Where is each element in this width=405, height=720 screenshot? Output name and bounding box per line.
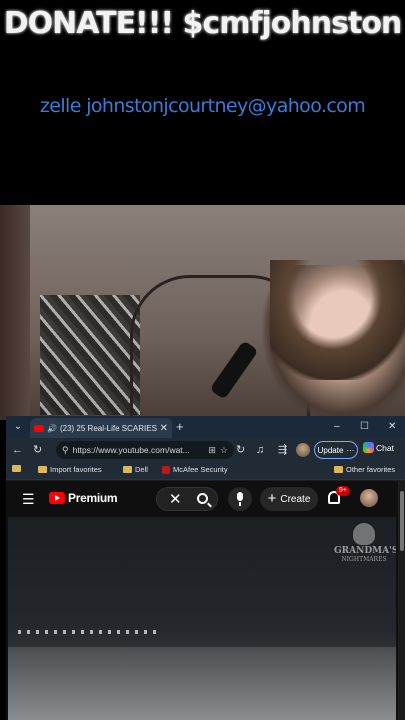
minimize-button[interactable]: – [334, 419, 340, 435]
road [8, 647, 396, 720]
collections-icon[interactable]: ⇶ [278, 443, 287, 457]
channel-watermark: GRANDMA'S NIGHTMARES [334, 523, 396, 575]
tab-youtube[interactable]: 🔊 (23) 25 Real-Life SCARIEST Gh ✕ [30, 418, 172, 438]
favorites-bar-icon[interactable] [12, 465, 21, 472]
copilot-chat-button[interactable]: Chat [363, 442, 394, 453]
folder-icon [334, 466, 343, 473]
update-label: Update [317, 445, 344, 455]
close-window-button[interactable]: ✕ [388, 419, 396, 435]
folder-icon [38, 466, 47, 473]
url-text[interactable]: https://www.youtube.com/wat... [73, 445, 205, 455]
curtain [0, 205, 30, 420]
bookmark-mcafee[interactable]: McAfee Security [162, 465, 228, 474]
bookmark-label: Dell [135, 465, 148, 474]
tab-close-icon[interactable]: ✕ [160, 423, 168, 434]
clear-search-icon[interactable]: ✕ [169, 490, 182, 508]
donate-banner: DONATE!!! $cmfjohnston [3, 6, 403, 41]
bookmark-label: Import favorites [50, 465, 102, 474]
refresh-icon[interactable]: ↻ [33, 443, 42, 457]
hamburger-icon[interactable]: ☰ [22, 491, 35, 508]
youtube-header: ☰ Premium ✕ + Create 9+ [6, 481, 398, 517]
maximize-button[interactable]: ☐ [360, 419, 369, 435]
watermark-line1: GRANDMA'S [334, 546, 396, 556]
youtube-premium-logo[interactable]: Premium [68, 491, 118, 505]
refresh-page-icon[interactable]: ↻ [236, 443, 245, 457]
patterned-pillow [40, 295, 140, 415]
other-favorites-label: Other favorites [346, 465, 396, 474]
youtube-page: ☰ Premium ✕ + Create 9+ GRANDMA'S NIGHTM… [6, 481, 398, 720]
plus-icon: + [267, 490, 277, 507]
copilot-icon [363, 442, 374, 453]
chat-label: Chat [376, 442, 394, 453]
read-aloud-icon[interactable]: ⊞ [208, 445, 216, 456]
back-icon[interactable]: ← [12, 443, 23, 457]
browser-window: ⌄ 🔊 (23) 25 Real-Life SCARIEST Gh ✕ + – … [6, 416, 405, 720]
media-icon[interactable]: ♫ [256, 443, 264, 457]
tab-title: (23) 25 Real-Life SCARIEST Gh [59, 423, 157, 433]
speaker-icon[interactable]: 🔊 [47, 424, 57, 433]
bookmark-import-favorites[interactable]: Import favorites [38, 465, 102, 474]
favorites-bar: Import favorites Dell McAfee Security Ot… [6, 462, 405, 480]
distant-lights [18, 630, 158, 634]
favorites-star-icon[interactable]: ☆ [220, 445, 228, 456]
webcam-feed [0, 205, 405, 420]
profile-avatar[interactable] [296, 443, 310, 457]
streamer-hair [270, 260, 405, 380]
new-tab-button[interactable]: + [176, 419, 184, 435]
update-button[interactable]: Update ··· [314, 441, 358, 459]
mcafee-icon [162, 465, 170, 474]
zelle-banner: zelle johnstonjcourtney@yahoo.com [39, 95, 366, 117]
address-bar[interactable]: ⚲ https://www.youtube.com/wat... ⊞ ☆ [56, 441, 234, 459]
watermark-line2: NIGHTMARES [341, 556, 387, 563]
video-player[interactable]: GRANDMA'S NIGHTMARES [8, 517, 396, 720]
youtube-logo-icon[interactable] [49, 492, 65, 504]
skull-icon [353, 523, 375, 545]
search-icon[interactable] [197, 493, 208, 504]
tab-bar: ⌄ 🔊 (23) 25 Real-Life SCARIEST Gh ✕ + – … [6, 416, 405, 438]
bookmark-dell[interactable]: Dell [123, 465, 148, 474]
mic-icon[interactable] [228, 487, 252, 511]
create-label: Create [280, 493, 311, 505]
scrollbar-thumb[interactable] [400, 491, 404, 551]
site-info-icon[interactable]: ⚲ [62, 445, 69, 456]
update-more-icon: ··· [346, 445, 355, 455]
page-scrollbar[interactable] [399, 481, 405, 720]
bookmark-label: McAfee Security [173, 465, 228, 474]
browser-toolbar: ← ↻ ⚲ https://www.youtube.com/wat... ⊞ ☆… [6, 438, 405, 462]
folder-icon [123, 466, 132, 473]
youtube-favicon-icon [34, 424, 44, 432]
user-avatar[interactable] [360, 489, 378, 507]
other-favorites[interactable]: Other favorites [334, 465, 395, 474]
tab-dropdown-icon[interactable]: ⌄ [10, 419, 26, 435]
create-button[interactable]: + Create [260, 487, 318, 511]
notification-badge: 9+ [336, 486, 350, 496]
search-box[interactable]: ✕ [156, 487, 218, 511]
